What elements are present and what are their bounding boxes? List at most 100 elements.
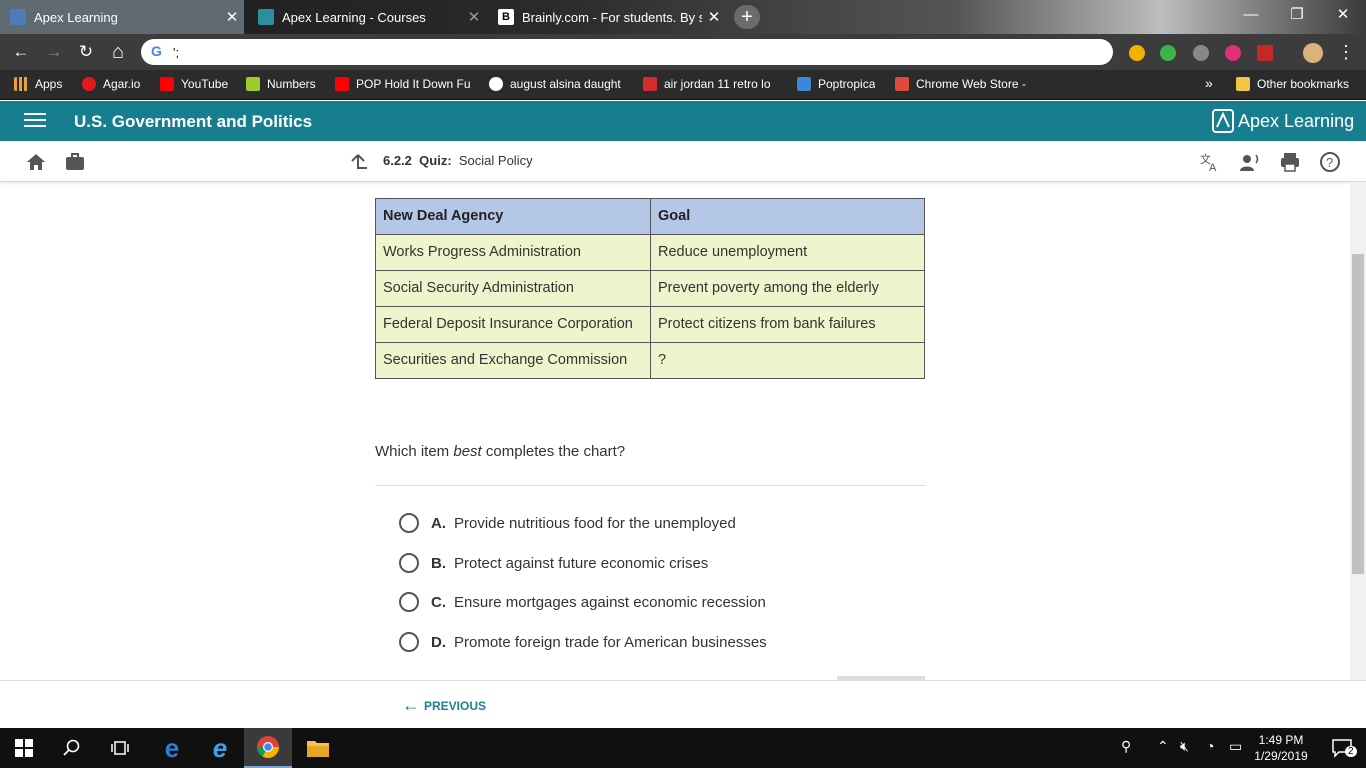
new-deal-table: New Deal Agency Goal Works Progress Admi… (375, 198, 925, 379)
table-cell: Prevent poverty among the elderly (650, 270, 925, 307)
table-cell: Reduce unemployment (650, 234, 925, 271)
bookmark-numbers[interactable]: Numbers (246, 77, 316, 91)
restore-button[interactable]: ❐ (1274, 0, 1320, 30)
back-button[interactable]: ← (9, 40, 33, 64)
apex-courses-favicon-icon (258, 9, 274, 25)
previous-button[interactable]: ← PREVIOUS (402, 695, 486, 716)
address-bar[interactable]: G (141, 39, 1113, 65)
table-cell: Federal Deposit Insurance Corporation (375, 306, 651, 343)
extension-info-icon[interactable] (1193, 45, 1209, 61)
quiz-footer: ← PREVIOUS (0, 680, 1366, 728)
home-button[interactable]: ⌂ (106, 40, 130, 64)
briefcase-icon[interactable] (64, 151, 86, 173)
bookmark-pop[interactable]: POP Hold It Down Fu (335, 77, 473, 91)
table-row: Securities and Exchange Commission ? (375, 342, 925, 379)
reload-button[interactable]: ↻ (74, 40, 98, 64)
answer-option-b[interactable]: B. Protect against future economic crise… (399, 552, 708, 574)
forward-button[interactable]: → (42, 40, 66, 64)
bookmarks-overflow-button[interactable]: » (1205, 75, 1213, 91)
web-store-icon (895, 77, 909, 91)
people-icon[interactable]: ⚲ (1121, 738, 1131, 755)
brainly-favicon-icon: B (498, 9, 514, 25)
apex-logo-icon (1212, 109, 1234, 133)
read-aloud-icon[interactable] (1239, 151, 1261, 173)
help-icon[interactable]: ? (1319, 151, 1341, 173)
print-icon[interactable] (1279, 151, 1301, 173)
answer-option-c[interactable]: C. Ensure mortgages against economic rec… (399, 591, 766, 613)
start-button[interactable] (0, 728, 48, 768)
volume-muted-icon[interactable]: 🔇︎ (1180, 738, 1189, 755)
edge-icon: e (164, 732, 180, 763)
quiz-content: New Deal Agency Goal Works Progress Admi… (0, 182, 1350, 680)
hamburger-menu-icon[interactable] (24, 113, 46, 129)
question-prompt: Which item best completes the chart? (375, 443, 626, 460)
answer-option-d[interactable]: D. Promote foreign trade for American bu… (399, 631, 767, 653)
chrome-icon (257, 736, 279, 758)
jumpman-icon (643, 77, 657, 91)
extension-checkmark-icon[interactable] (1129, 45, 1145, 61)
radio-button[interactable] (399, 513, 419, 533)
tab-apex-courses[interactable]: Apex Learning - Courses ✕ (248, 0, 486, 34)
radio-button[interactable] (399, 632, 419, 652)
close-tab-icon[interactable]: ✕ (702, 8, 726, 26)
battery-icon[interactable]: ▭ (1229, 738, 1242, 755)
taskbar-chrome[interactable] (244, 728, 292, 768)
internet-explorer-icon: e (212, 732, 228, 763)
translate-icon[interactable]: 文 A (1199, 151, 1221, 173)
bookmark-other[interactable]: Other bookmarks (1236, 77, 1349, 91)
taskbar-file-explorer[interactable] (294, 728, 342, 768)
bookmark-jordan[interactable]: air jordan 11 retro lo (643, 77, 781, 91)
arrow-left-icon: ← (402, 695, 420, 715)
minimize-button[interactable]: — (1228, 0, 1274, 30)
svg-text:A: A (1209, 162, 1217, 173)
table-row: Federal Deposit Insurance Corporation Pr… (375, 306, 925, 343)
bookmark-poptropica[interactable]: Poptropica (797, 77, 875, 91)
extension-puzzle-icon[interactable] (1160, 45, 1176, 61)
home-icon[interactable] (25, 151, 47, 173)
apex-favicon-icon (10, 9, 26, 25)
system-clock[interactable]: 1:49 PM 1/29/2019 (1248, 732, 1314, 764)
bookmark-youtube[interactable]: YouTube (160, 77, 228, 91)
profile-avatar[interactable] (1303, 43, 1323, 63)
radio-button[interactable] (399, 553, 419, 573)
bookmark-august[interactable]: august alsina daught (489, 77, 631, 91)
taskbar-edge[interactable]: e (148, 728, 196, 768)
action-center-button[interactable]: 2 (1318, 728, 1366, 768)
table-header-cell: Goal (650, 198, 925, 235)
close-window-button[interactable]: ✕ (1320, 0, 1366, 30)
chevron-up-icon[interactable]: ⌃ (1157, 738, 1169, 755)
table-row: Social Security Administration Prevent p… (375, 270, 925, 307)
address-input[interactable] (173, 42, 1073, 62)
table-header-cell: New Deal Agency (375, 198, 651, 235)
answer-option-a[interactable]: A. Provide nutritious food for the unemp… (399, 512, 736, 534)
extension-h-icon[interactable] (1225, 45, 1241, 61)
windows-taskbar: e e ⚲ ⌃ 🔇︎ ◔ ▭ 1:49 PM 1/29/2019 2 (0, 728, 1366, 768)
search-button[interactable] (48, 728, 96, 768)
tab-brainly[interactable]: B Brainly.com - For students. By stu ✕ (488, 0, 726, 34)
bookmark-agar[interactable]: Agar.io (82, 77, 140, 91)
chrome-menu-button[interactable]: ⋮ (1334, 40, 1358, 64)
close-tab-icon[interactable]: ✕ (462, 8, 486, 26)
taskbar-internet-explorer[interactable]: e (196, 728, 244, 768)
tab-apex-learning[interactable]: Apex Learning ✕ (0, 0, 244, 34)
scrollbar-thumb[interactable] (1352, 254, 1364, 574)
wifi-icon[interactable]: ◔ (1206, 738, 1214, 754)
close-tab-icon[interactable]: ✕ (220, 8, 244, 26)
quiz-label: Quiz: (419, 153, 452, 168)
extension-red-icon[interactable] (1257, 45, 1273, 61)
apex-logo: Apex Learning (1212, 109, 1354, 133)
task-view-button[interactable] (96, 728, 144, 768)
bookmark-chrome-web-store[interactable]: Chrome Web Store - (895, 77, 1026, 91)
bookmark-apps[interactable]: Apps (14, 77, 62, 91)
quiz-toolbar: 6.2.2 Quiz: Social Policy 文 A ? (0, 141, 1366, 182)
google-icon (489, 77, 503, 91)
radio-button[interactable] (399, 592, 419, 612)
svg-text:?: ? (1326, 155, 1333, 170)
up-arrow-icon[interactable] (347, 151, 369, 173)
youtube-icon (335, 77, 349, 91)
new-tab-button[interactable]: + (734, 5, 760, 29)
divider (375, 485, 926, 486)
poptropica-icon (797, 77, 811, 91)
bookmarks-bar: Apps Agar.io YouTube Numbers POP Hold It… (0, 70, 1366, 100)
quiz-title: Social Policy (458, 153, 533, 168)
